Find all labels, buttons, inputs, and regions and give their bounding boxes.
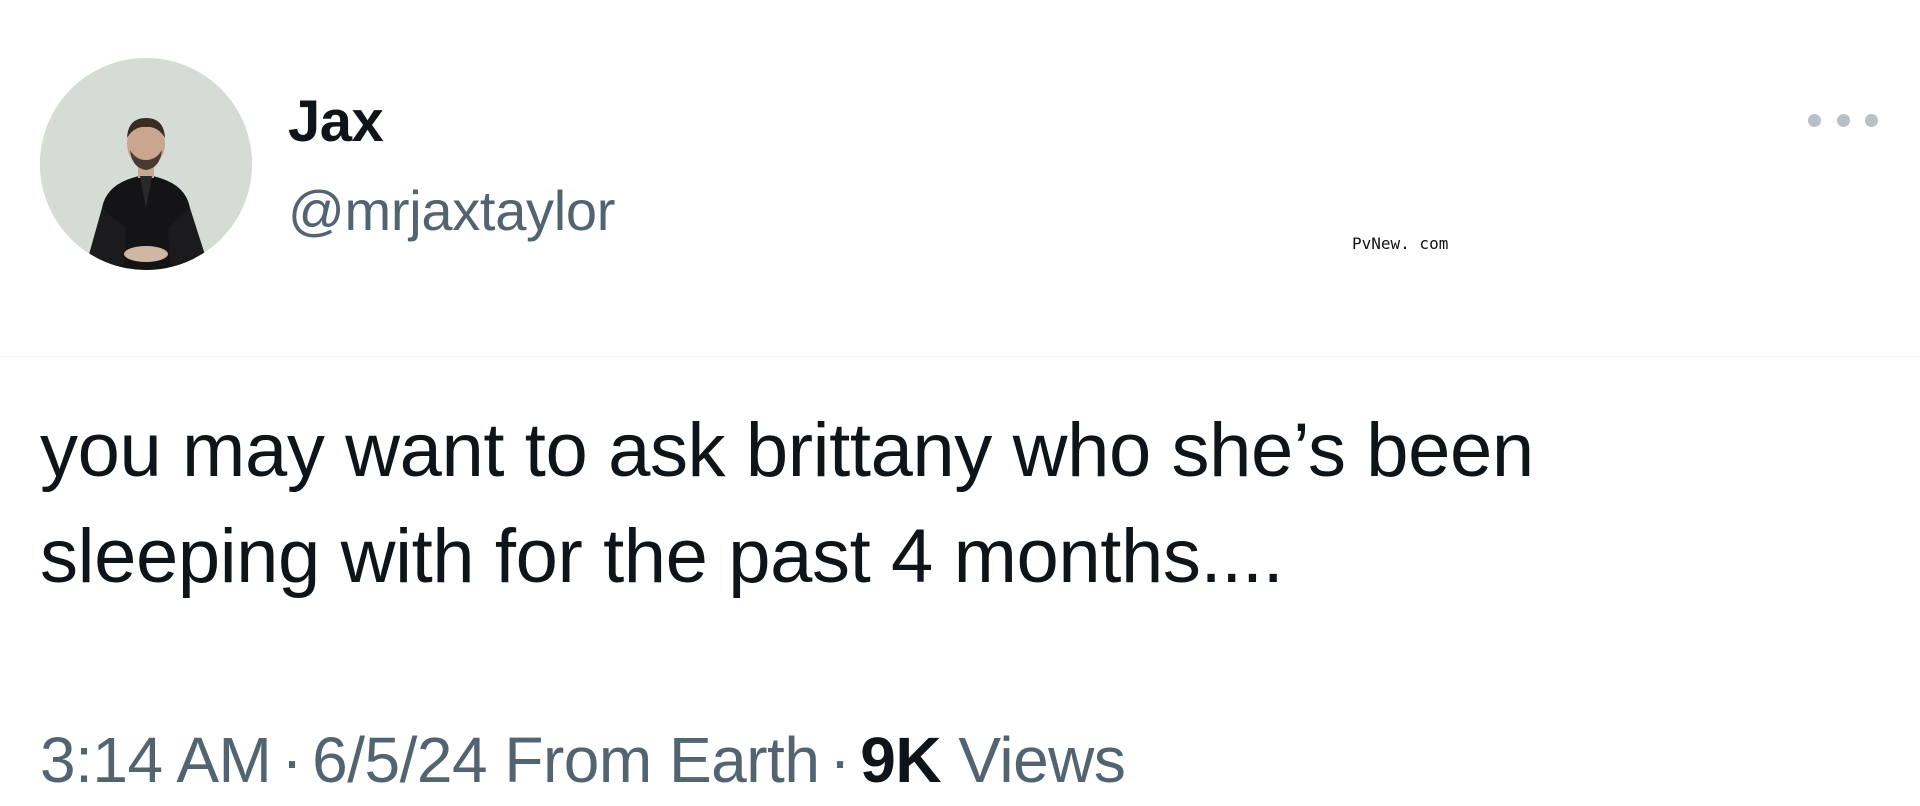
tweet-metadata: 3:14 AM · 6/5/24 From Earth · 9K Views (40, 722, 1126, 798)
more-options-icon (1808, 113, 1821, 127)
meta-separator: · (829, 724, 851, 796)
more-options-button[interactable] (1808, 106, 1878, 134)
author-handle[interactable]: @mrjaxtaylor (288, 178, 615, 244)
tweet-text-line: sleeping with for the past 4 months.... (40, 514, 1284, 599)
more-options-icon-dot (1836, 113, 1850, 127)
tweet-date-source[interactable]: 6/5/24 From Earth (312, 724, 820, 796)
profile-photo-icon (40, 58, 252, 270)
divider (0, 356, 1920, 357)
author-display-name[interactable]: Jax (288, 88, 384, 156)
avatar[interactable] (40, 58, 252, 270)
watermark: PvNew. com (1352, 234, 1449, 253)
tweet-text: you may want to ask brittany who she’s b… (40, 398, 1840, 610)
tweet-time[interactable]: 3:14 AM (40, 724, 272, 796)
views-label[interactable]: Views (958, 724, 1126, 796)
views-count[interactable]: 9K (860, 724, 941, 796)
meta-separator: · (281, 724, 303, 796)
tweet-text-line: you may want to ask brittany who she’s b… (40, 408, 1534, 493)
tweet-card: Jax @mrjaxtaylor PvNew. com you may want… (0, 0, 1920, 806)
more-options-icon-dot (1865, 113, 1878, 127)
